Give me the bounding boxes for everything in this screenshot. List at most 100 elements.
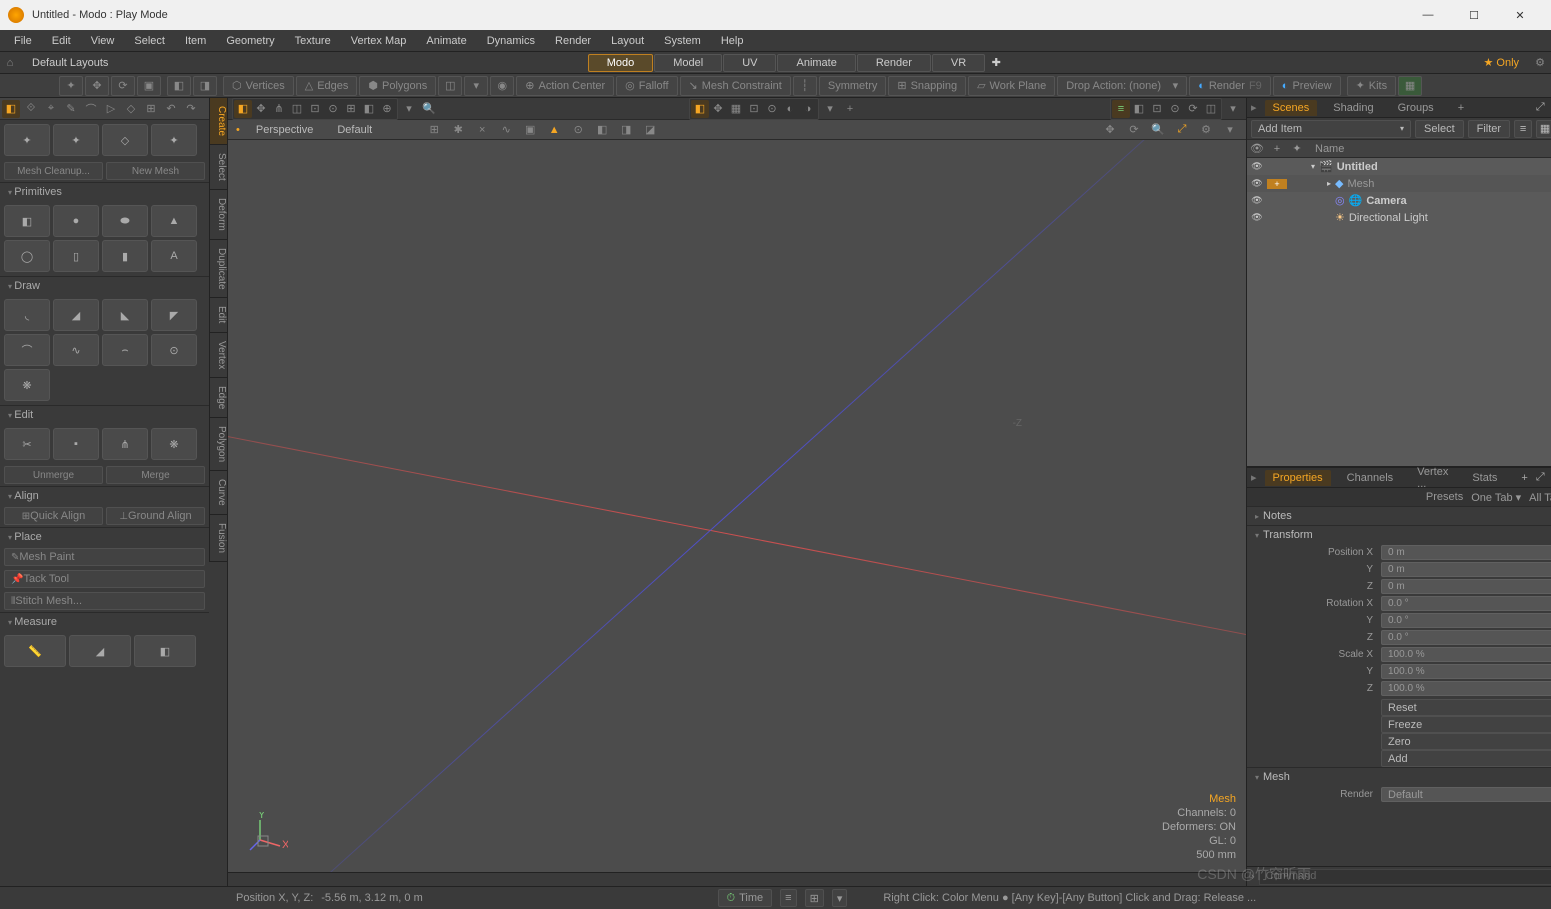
menu-edit[interactable]: Edit	[42, 30, 81, 52]
vp2-c-icon[interactable]: ▦	[727, 100, 745, 118]
vtab-curve[interactable]: Curve	[209, 471, 227, 515]
menu-texture[interactable]: Texture	[285, 30, 341, 52]
tool-g-icon[interactable]: ⊞	[142, 100, 160, 118]
edges-button[interactable]: △Edges	[296, 76, 358, 96]
draw-header[interactable]: Draw	[0, 276, 209, 295]
tool-d-icon[interactable]: ⌒	[82, 100, 100, 118]
render-button[interactable]: ◐Render F9	[1189, 76, 1271, 96]
draw-b[interactable]: ◢	[53, 299, 99, 331]
vtab-fusion[interactable]: Fusion	[209, 515, 227, 562]
perspective-dropdown[interactable]: Perspective	[248, 124, 321, 136]
vpopt-h-icon[interactable]: ◧	[594, 123, 610, 136]
new-mesh-button[interactable]: New Mesh	[106, 162, 205, 180]
transform-tool[interactable]: ✦	[151, 124, 197, 156]
scale-tool[interactable]: ◇	[102, 124, 148, 156]
add-item-dropdown[interactable]: Add Item▾	[1251, 120, 1411, 138]
name-col-header[interactable]: Name	[1307, 143, 1551, 155]
tab-model[interactable]: Model	[654, 54, 722, 72]
primitives-header[interactable]: Primitives	[0, 182, 209, 201]
unmerge-button[interactable]: Unmerge	[4, 466, 103, 484]
rotate-tool[interactable]: ✦	[53, 124, 99, 156]
tool-a-icon[interactable]: ⟐	[22, 100, 40, 118]
edit-b[interactable]: ▪	[53, 428, 99, 460]
vp2-d-icon[interactable]: ⊡	[745, 100, 763, 118]
vp3-dd-icon[interactable]: ▾	[1224, 100, 1242, 118]
ptab-stats[interactable]: Stats	[1464, 470, 1505, 486]
menu-system[interactable]: System	[654, 30, 711, 52]
measure-ruler[interactable]: 📏	[4, 635, 66, 667]
vpopt-e-icon[interactable]: ▣	[522, 123, 538, 136]
align-header[interactable]: Align	[0, 486, 209, 505]
tack-tool-button[interactable]: 📌 Tack Tool	[4, 570, 205, 588]
viewport-scrollbar[interactable]	[228, 872, 1246, 886]
green-icon[interactable]: ▦	[1398, 76, 1422, 96]
vp-d-icon[interactable]: ⊙	[324, 100, 342, 118]
maximize-button[interactable]: ☐	[1451, 0, 1497, 30]
plus-col-icon[interactable]: +	[1267, 143, 1287, 155]
edit-d[interactable]: ❋	[151, 428, 197, 460]
preview-button[interactable]: ◐Preview	[1273, 76, 1341, 96]
menu-animate[interactable]: Animate	[416, 30, 476, 52]
vpnav-expand-icon[interactable]: ⤢	[1174, 123, 1190, 136]
notes-section[interactable]: ▸Notes	[1247, 506, 1551, 525]
rotation-y-input[interactable]: 0.0 °	[1381, 613, 1551, 628]
draw-a[interactable]: ◟	[4, 299, 50, 331]
action-center-button[interactable]: ⊕Action Center	[516, 76, 614, 96]
select-button[interactable]: Select	[1415, 120, 1464, 138]
draw-c[interactable]: ◣	[102, 299, 148, 331]
edit-header[interactable]: Edit	[0, 405, 209, 424]
onetab-dropdown[interactable]: One Tab ▾	[1471, 491, 1521, 504]
menu-select[interactable]: Select	[124, 30, 175, 52]
symmetry-button[interactable]: Symmetry	[819, 76, 887, 96]
zero-dropdown[interactable]: Zero▾	[1381, 733, 1551, 750]
scale-y-input[interactable]: 100.0 %	[1381, 664, 1551, 679]
tab-modo[interactable]: Modo	[588, 54, 654, 72]
command-input[interactable]: Command	[1259, 869, 1551, 885]
vtab-deform[interactable]: Deform	[209, 190, 227, 240]
tool-i-icon[interactable]: ↷	[182, 100, 200, 118]
ptab-expand-icon[interactable]: ⤢	[1536, 471, 1545, 484]
snapping-button[interactable]: ⊞Snapping	[888, 76, 966, 96]
vp-e-icon[interactable]: ⊞	[342, 100, 360, 118]
draw-h[interactable]: ⊙	[151, 334, 197, 366]
time-button[interactable]: ⏱Time	[718, 889, 773, 907]
polygons-button[interactable]: ⬢Polygons	[359, 76, 436, 96]
vtab-edge[interactable]: Edge	[209, 378, 227, 418]
vp2-cube-icon[interactable]: ◧	[691, 100, 709, 118]
vpnav-dd-icon[interactable]: ▾	[1222, 123, 1238, 136]
measure-angle[interactable]: ◢	[69, 635, 131, 667]
alltabs-dropdown[interactable]: All Tabs ▾	[1529, 491, 1551, 504]
vpopt-f-icon[interactable]: ▲	[546, 124, 562, 136]
ptab-properties[interactable]: Properties	[1265, 470, 1331, 486]
vp-b-icon[interactable]: ◫	[288, 100, 306, 118]
ground-align-button[interactable]: ⊥ Ground Align	[106, 507, 205, 525]
prim-ellipse[interactable]: ⬬	[102, 205, 148, 237]
prim-torus[interactable]: ◯	[4, 240, 50, 272]
vtab-create[interactable]: Create	[209, 98, 227, 145]
vp-g-icon[interactable]: ⊕	[378, 100, 396, 118]
eye-col-icon[interactable]: 👁	[1247, 142, 1267, 155]
mat-dd-icon[interactable]: ▾	[464, 76, 488, 96]
merge-button[interactable]: Merge	[106, 466, 205, 484]
add-dropdown[interactable]: Add▾	[1381, 750, 1551, 767]
menu-geometry[interactable]: Geometry	[216, 30, 284, 52]
cube2-icon[interactable]: ◨	[193, 76, 217, 96]
tool-b-icon[interactable]: ⌖	[42, 100, 60, 118]
tool-f-icon[interactable]: ◇	[122, 100, 140, 118]
draw-g[interactable]: ⌢	[102, 334, 148, 366]
move-icon[interactable]: ✥	[85, 76, 109, 96]
menu-dynamics[interactable]: Dynamics	[477, 30, 545, 52]
ptab-plus-icon[interactable]: +	[1521, 472, 1527, 484]
vtab-polygon[interactable]: Polygon	[209, 418, 227, 471]
tab-add-button[interactable]: ✚	[986, 56, 1006, 69]
cube-icon[interactable]: ◧	[167, 76, 191, 96]
prim-cube[interactable]: ◧	[4, 205, 50, 237]
vtab-select[interactable]: Select	[209, 145, 227, 190]
filter-a-icon[interactable]: ≡	[1514, 120, 1532, 138]
tab-render[interactable]: Render	[857, 54, 931, 72]
tab-vr[interactable]: VR	[932, 54, 985, 72]
vpopt-g-icon[interactable]: ⊙	[570, 123, 586, 136]
vp-target-icon[interactable]: 🔍	[420, 100, 438, 118]
menu-help[interactable]: Help	[711, 30, 754, 52]
vpopt-c-icon[interactable]: ×	[474, 124, 490, 136]
